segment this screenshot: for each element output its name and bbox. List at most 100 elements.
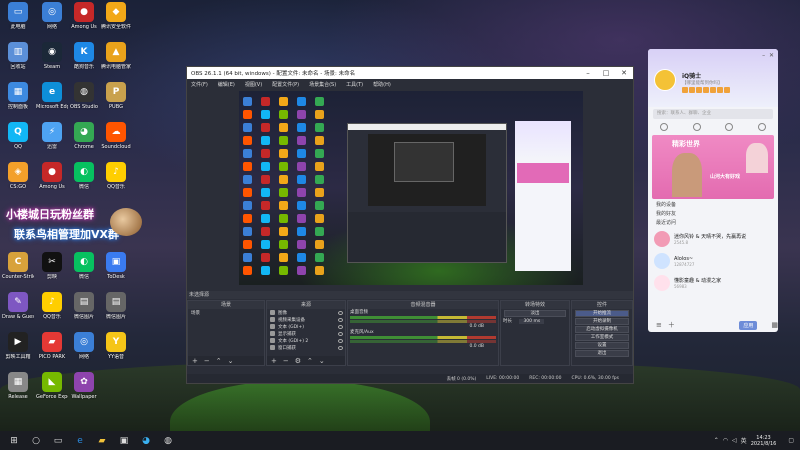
desktop-icon[interactable]: ▶ 剪映工具箱 <box>2 332 34 360</box>
scene-item[interactable]: 场景 <box>188 309 264 316</box>
desktop-icon[interactable]: ♪ QQ音乐 <box>100 162 132 190</box>
desktop-icon[interactable]: ◐ 微信 <box>68 162 100 190</box>
source-item[interactable]: 图像 <box>267 309 345 316</box>
close-icon[interactable]: – ✕ <box>762 52 774 59</box>
eye-icon[interactable] <box>338 345 343 350</box>
source-item[interactable]: 文本 (GDI+) <box>267 323 345 330</box>
desktop-icon[interactable]: ◐ 微信 <box>68 252 100 280</box>
eye-icon[interactable] <box>338 317 343 322</box>
desktop-icon[interactable]: ✎ Draw & Guess <box>2 292 34 320</box>
search-input[interactable]: 搜索：联系人、群聊、企业 <box>653 109 773 119</box>
wifi-icon[interactable]: ◠ <box>723 437 728 444</box>
maximize-icon[interactable]: □ <box>597 69 615 77</box>
source-item[interactable]: 文本 (GDI+) 2 <box>267 337 345 344</box>
desktop-icon[interactable]: ◎ 网络 <box>68 332 100 360</box>
group-tab-icon[interactable] <box>725 123 734 131</box>
desktop-icon[interactable]: ◣ GeForce Experience <box>36 372 68 400</box>
eye-icon[interactable] <box>338 331 343 336</box>
desktop-icon[interactable]: ▤ 微信图片 <box>68 292 100 320</box>
move-up-icon[interactable]: ⌃ <box>307 357 313 365</box>
speaker-icon[interactable]: ◁ <box>732 437 737 444</box>
menu-icon[interactable]: ≡ <box>656 321 662 329</box>
apps-button[interactable]: 应用 <box>739 320 758 330</box>
duration-input[interactable]: 300 ms <box>519 319 545 324</box>
desktop-icon[interactable]: ◍ OBS Studio <box>68 82 100 110</box>
group-my-devices[interactable]: 我的设备 <box>648 201 778 210</box>
obs-titlebar[interactable]: OBS 26.1.1 (64 bit, windows) - 配置文件: 未命名… <box>187 67 633 79</box>
search-icon[interactable]: ○ <box>28 434 44 448</box>
clock[interactable]: 14:23 2021/8/16 <box>751 435 777 447</box>
desktop-icon[interactable]: Y YY语音 <box>100 332 132 360</box>
desktop-icon[interactable]: ◆ 腾讯安全软件 <box>100 2 132 30</box>
source-item[interactable]: 窗口捕获 <box>267 344 345 351</box>
obs-preview[interactable] <box>239 91 583 285</box>
menu-tools[interactable]: 工具(T) <box>346 81 363 88</box>
close-icon[interactable]: ✕ <box>615 69 633 77</box>
virtual-camera-button[interactable]: 启动虚拟摄像机 <box>575 326 629 333</box>
desktop-icon[interactable]: K 酷狗音乐 <box>68 42 100 70</box>
menu-view[interactable]: 视图(V) <box>245 81 262 88</box>
move-down-icon[interactable]: ⌄ <box>228 357 234 365</box>
qq-status-text[interactable]: 【哪里能帮到你吗】 <box>682 80 723 86</box>
obs-window[interactable]: OBS 26.1.1 (64 bit, windows) - 配置文件: 未命名… <box>186 66 634 384</box>
desktop-icon[interactable]: P PUBG <box>100 82 132 110</box>
gear-icon[interactable]: ⚙ <box>295 357 301 365</box>
menu-help[interactable]: 帮助(H) <box>373 81 391 88</box>
source-item[interactable]: 视频采集设备 <box>267 316 345 323</box>
desktop-icon[interactable]: ◈ CS:GO <box>2 162 34 190</box>
desktop-icon[interactable]: ◕ Chrome <box>68 122 100 150</box>
desktop-icon[interactable]: ♪ QQ音乐 <box>36 292 68 320</box>
list-item[interactable]: 懂影童趣 & 动漫之家 56983 <box>648 272 778 294</box>
desktop-icon[interactable]: e Microsoft Edge <box>36 82 68 110</box>
desktop-icon[interactable]: ▤ 微信图片 <box>100 292 132 320</box>
contacts-tab-icon[interactable] <box>692 123 701 131</box>
move-down-icon[interactable]: ⌄ <box>319 357 325 365</box>
desktop-icon[interactable]: ✂ 剪映 <box>36 252 68 280</box>
eye-icon[interactable] <box>338 338 343 343</box>
eye-icon[interactable] <box>338 324 343 329</box>
edge-icon[interactable]: e <box>72 434 88 448</box>
remove-source-icon[interactable]: − <box>283 357 289 365</box>
menu-scene-collection[interactable]: 场景集合(S) <box>309 81 336 88</box>
desktop-icon[interactable]: ▦ Release <box>2 372 34 400</box>
group-my-friends[interactable]: 我的好友 <box>648 210 778 219</box>
list-item[interactable]: Alolos~ 12874727 <box>648 250 778 272</box>
eye-icon[interactable] <box>338 310 343 315</box>
start-streaming-button[interactable]: 开始推流 <box>575 310 629 317</box>
exit-button[interactable]: 退出 <box>575 350 629 357</box>
desktop-icon[interactable]: ⚡ 迅雷 <box>36 122 68 150</box>
menu-file[interactable]: 文件(F) <box>191 81 208 88</box>
desktop-icon[interactable]: ▥ 回收站 <box>2 42 34 70</box>
desktop-icon[interactable]: ● Among Us <box>36 162 68 190</box>
message-tab-icon[interactable] <box>660 123 669 131</box>
remove-scene-icon[interactable]: − <box>204 357 210 365</box>
notification-icon[interactable]: ▢ <box>788 437 794 444</box>
desktop-icon[interactable]: ▲ 腾讯电脑管家 <box>100 42 132 70</box>
start-recording-button[interactable]: 开始录制 <box>575 318 629 325</box>
qq-taskbar-icon[interactable]: ◕ <box>138 434 154 448</box>
desktop-icon[interactable]: ● Among Us <box>68 2 100 30</box>
list-item[interactable]: 迷你风铃 & 天晴不哭，先赢再说 2545.8 <box>648 228 778 250</box>
file-explorer-icon[interactable]: ▰ <box>94 434 110 448</box>
grid-icon[interactable]: ▦ <box>771 321 778 329</box>
transition-select[interactable]: 淡出 <box>504 310 566 317</box>
desktop-icon[interactable]: ✿ Wallpaper <box>68 372 100 400</box>
desktop-icon[interactable]: ▦ 控制面板 <box>2 82 34 110</box>
qq-ad-banner[interactable]: 精彩世界 山河大有好戏 <box>652 135 774 199</box>
studio-mode-button[interactable]: 工作室模式 <box>575 334 629 341</box>
windows-start-icon[interactable]: ⊞ <box>6 434 22 448</box>
qq-window[interactable]: – ✕ iQ骑士 【哪里能帮到你吗】 搜索：联系人、群聊、企业 精彩世界 山河大… <box>648 49 778 332</box>
space-tab-icon[interactable] <box>757 123 766 131</box>
desktop-icon[interactable]: C Counter-Strike Global Off... <box>2 252 34 280</box>
move-up-icon[interactable]: ⌃ <box>216 357 222 365</box>
minimize-icon[interactable]: – <box>579 69 597 77</box>
desktop-icon[interactable]: ◉ Steam <box>36 42 68 70</box>
desktop-icon[interactable]: ▭ 此电脑 <box>2 2 34 30</box>
task-view-icon[interactable]: ▭ <box>50 434 66 448</box>
desktop-icon[interactable]: ◎ 网络 <box>36 2 68 30</box>
menu-edit[interactable]: 编辑(E) <box>218 81 235 88</box>
add-contact-icon[interactable]: ＋ <box>668 320 675 330</box>
obs-taskbar-icon[interactable]: ◍ <box>160 434 176 448</box>
group-recent[interactable]: 最近访问 <box>648 219 778 228</box>
menu-profile[interactable]: 配置文件(P) <box>272 81 299 88</box>
